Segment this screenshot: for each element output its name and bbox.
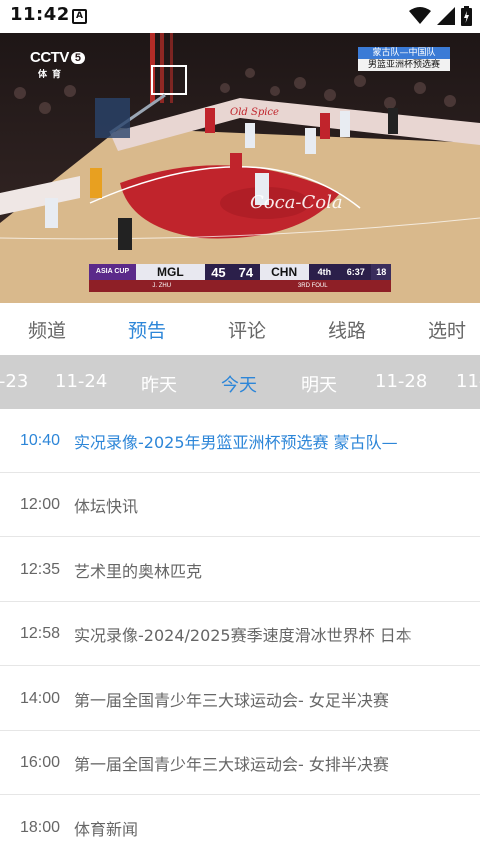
scoreboard-clock: 6:37	[346, 267, 365, 277]
tab-channel[interactable]: 频道	[28, 316, 66, 343]
scoreboard-player-note: J. ZHU	[152, 283, 172, 289]
scoreboard-team1: MGL	[136, 264, 205, 280]
channel-number: 5	[70, 52, 85, 64]
date-item[interactable]: 11-24	[55, 371, 107, 392]
program-item[interactable]: 14:00 第一届全国青少年三大球运动会- 女足半决赛	[0, 667, 480, 731]
game-title-line1: 蒙古队—中国队	[358, 47, 450, 59]
program-list: 10:40 实况录像-2025年男篮亚洲杯预选赛 蒙古队— 12:00 体坛快讯…	[0, 409, 480, 853]
scoreboard-score2: 74	[238, 264, 254, 280]
scoreboard-shot-clock: 18	[371, 264, 391, 280]
program-item[interactable]: 16:00 第一届全国青少年三大球运动会- 女排半决赛	[0, 731, 480, 795]
scoreboard-score1: 45	[211, 264, 226, 280]
program-item[interactable]: 18:00 体育新闻	[0, 796, 480, 853]
video-player[interactable]: Coca-Cola Old Spice CCTV 5 体育 蒙古队—中国队 男篮亚…	[0, 33, 480, 303]
court-logo-text: Coca-Cola	[250, 192, 343, 213]
program-title: 实况录像-2024/2025赛季速度滑冰世界杯 日本	[74, 625, 412, 645]
program-title: 艺术里的奥林匹克	[74, 561, 203, 581]
program-title: 第一届全国青少年三大球运动会- 女足半决赛	[74, 690, 389, 710]
game-title-line2: 男篮亚洲杯预选赛	[358, 59, 450, 71]
program-title: 体坛快讯	[74, 496, 139, 516]
program-item[interactable]: 12:00 体坛快讯	[0, 473, 480, 537]
tab-comments[interactable]: 评论	[228, 316, 266, 343]
tab-preview[interactable]: 预告	[128, 316, 166, 343]
channel-logo: CCTV 5 体育	[30, 49, 85, 80]
tab-time-select[interactable]: 选时	[428, 316, 466, 343]
program-title: 第一届全国青少年三大球运动会- 女排半决赛	[74, 754, 389, 774]
program-time: 14:00	[20, 689, 61, 707]
program-item[interactable]: 12:35 艺术里的奥林匹克	[0, 538, 480, 602]
program-item-current[interactable]: 10:40 实况录像-2025年男篮亚洲杯预选赛 蒙古队—	[0, 409, 480, 473]
program-time: 16:00	[20, 753, 61, 771]
program-title: 实况录像-2025年男篮亚洲杯预选赛 蒙古队—	[74, 432, 398, 452]
status-bar: 11:42 A	[0, 0, 480, 33]
scoreboard: ASIA CUP MGL 45 74 CHN 4th 6:37 18	[89, 264, 391, 280]
game-title-overlay: 蒙古队—中国队 男篮亚洲杯预选赛	[358, 47, 450, 71]
tab-routes[interactable]: 线路	[328, 316, 366, 343]
date-strip[interactable]: 11-23 11-24 昨天 今天 明天 11-28 11-29	[0, 355, 480, 409]
wifi-icon	[409, 7, 431, 24]
scoreboard-team2: CHN	[259, 264, 309, 280]
date-item[interactable]: 明天	[301, 371, 337, 397]
channel-logo-text: CCTV	[30, 49, 69, 66]
court-banner-text: Old Spice	[230, 107, 279, 118]
date-item[interactable]: 11-23	[0, 371, 28, 392]
date-item[interactable]: 11-28	[375, 371, 427, 392]
scoreboard-period: 4th	[317, 267, 332, 277]
signal-icon	[437, 7, 455, 25]
date-item[interactable]: 11-29	[456, 371, 480, 392]
status-icons	[409, 6, 472, 26]
date-item[interactable]: 昨天	[141, 371, 177, 397]
program-item[interactable]: 12:58 实况录像-2024/2025赛季速度滑冰世界杯 日本	[0, 602, 480, 666]
tab-bar: 频道 预告 评论 线路 选时	[0, 303, 480, 355]
scoreboard-foul-note: 3RD FOUL	[297, 283, 328, 289]
date-item-today[interactable]: 今天	[221, 371, 257, 397]
channel-sub: 体育	[38, 69, 67, 79]
program-time: 12:00	[20, 495, 61, 513]
program-title: 体育新闻	[74, 820, 139, 839]
battery-icon	[461, 6, 472, 26]
program-time: 18:00	[20, 819, 61, 836]
program-time: 12:58	[20, 624, 61, 642]
program-time: 12:35	[20, 560, 61, 578]
program-time: 10:40	[20, 431, 61, 449]
notification-a-icon: A	[72, 9, 87, 24]
scoreboard-league: ASIA CUP	[89, 264, 137, 280]
scoreboard-subbar: J. ZHU 3RD FOUL	[89, 280, 391, 292]
status-time: 11:42	[10, 4, 70, 25]
